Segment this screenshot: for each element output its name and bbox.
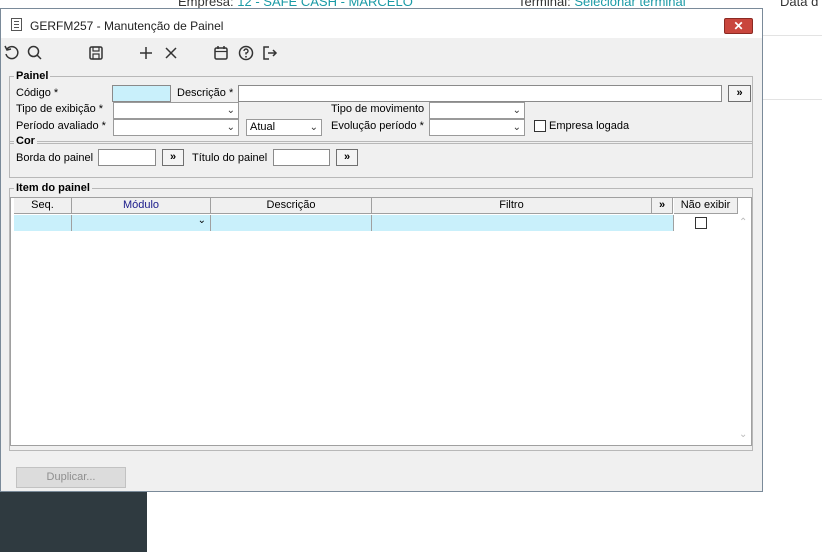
titulo-color-picker-button[interactable]: » <box>336 149 358 166</box>
help-icon[interactable] <box>235 44 257 66</box>
descricao-input[interactable] <box>238 85 722 102</box>
background-date-label: Data d <box>780 0 819 9</box>
background-divider <box>763 35 822 36</box>
titulo-painel-label: Título do painel <box>192 152 268 164</box>
tipo-exibicao-select[interactable]: ⌄ <box>113 102 239 119</box>
periodo-referencia-select[interactable]: Atual ⌄ <box>246 119 322 136</box>
calendar-icon[interactable] <box>210 44 232 66</box>
codigo-label: Código * <box>16 87 59 99</box>
tipo-movimento-label: Tipo de movimento <box>331 103 425 115</box>
borda-painel-label: Borda do painel <box>16 152 94 164</box>
grid-scrollbar[interactable]: ⌃ ⌄ <box>737 215 751 444</box>
cell-descricao[interactable] <box>211 215 372 231</box>
scroll-down-icon[interactable]: ⌄ <box>739 429 747 440</box>
toolbar <box>1 44 762 66</box>
column-header-filtro[interactable]: Filtro <box>372 198 652 214</box>
dialog-window: GERFM257 - Manutenção de Painel ✕ Painel <box>0 8 763 492</box>
chevron-down-icon: ⌄ <box>512 122 521 133</box>
nao-exibir-checkbox[interactable] <box>695 217 707 229</box>
periodo-avaliado-label: Período avaliado * <box>16 120 106 132</box>
undo-icon[interactable] <box>1 44 23 66</box>
painel-legend: Painel <box>14 70 51 82</box>
tipo-movimento-select[interactable]: ⌄ <box>429 102 525 119</box>
delete-icon[interactable] <box>160 44 182 66</box>
cell-seq[interactable] <box>14 215 72 231</box>
borda-painel-input[interactable] <box>98 149 156 166</box>
duplicar-button[interactable]: Duplicar... <box>16 467 126 488</box>
column-header-modulo[interactable]: Módulo <box>72 198 211 214</box>
close-button[interactable]: ✕ <box>724 18 753 34</box>
item-grid[interactable]: Seq. Módulo Descrição Filtro » Não exibi… <box>10 197 752 446</box>
titulo-painel-input[interactable] <box>273 149 330 166</box>
title-bar[interactable]: GERFM257 - Manutenção de Painel ✕ <box>1 9 762 38</box>
background-sidebar <box>0 490 147 552</box>
column-header-descricao[interactable]: Descrição <box>211 198 372 214</box>
chevron-down-icon: ⌄ <box>309 122 318 133</box>
chevron-down-icon: ⌄ <box>226 122 235 133</box>
cor-legend: Cor <box>14 135 37 147</box>
chevron-down-icon: ⌄ <box>197 215 206 226</box>
dialog-title: GERFM257 - Manutenção de Painel <box>30 19 224 33</box>
evolucao-periodo-select[interactable]: ⌄ <box>429 119 525 136</box>
column-header-nao-exibir[interactable]: Não exibir <box>674 198 738 214</box>
cell-filtro[interactable] <box>372 215 674 231</box>
chevron-down-icon: ⌄ <box>226 105 235 116</box>
scroll-up-icon[interactable]: ⌃ <box>739 217 747 228</box>
codigo-input[interactable] <box>112 85 171 102</box>
document-icon <box>11 18 22 31</box>
empresa-logada-checkbox[interactable] <box>534 120 546 132</box>
filter-expand-button[interactable]: » <box>652 198 673 214</box>
descricao-label: Descrição * <box>177 87 234 99</box>
save-icon[interactable] <box>85 44 107 66</box>
periodo-avaliado-select[interactable]: ⌄ <box>113 119 239 136</box>
search-icon[interactable] <box>24 44 46 66</box>
borda-color-picker-button[interactable]: » <box>162 149 184 166</box>
add-icon[interactable] <box>135 44 157 66</box>
background-divider <box>763 99 822 100</box>
chevron-down-icon: ⌄ <box>512 105 521 116</box>
item-painel-legend: Item do painel <box>14 182 92 194</box>
descricao-lookup-button[interactable]: » <box>728 85 751 102</box>
column-header-seq[interactable]: Seq. <box>14 198 72 214</box>
tipo-exibicao-label: Tipo de exibição * <box>16 103 104 115</box>
empresa-logada-label: Empresa logada <box>549 120 630 132</box>
cell-modulo-select[interactable]: ⌄ <box>72 215 211 231</box>
evolucao-periodo-label: Evolução período * <box>331 120 424 132</box>
exit-icon[interactable] <box>259 44 281 66</box>
